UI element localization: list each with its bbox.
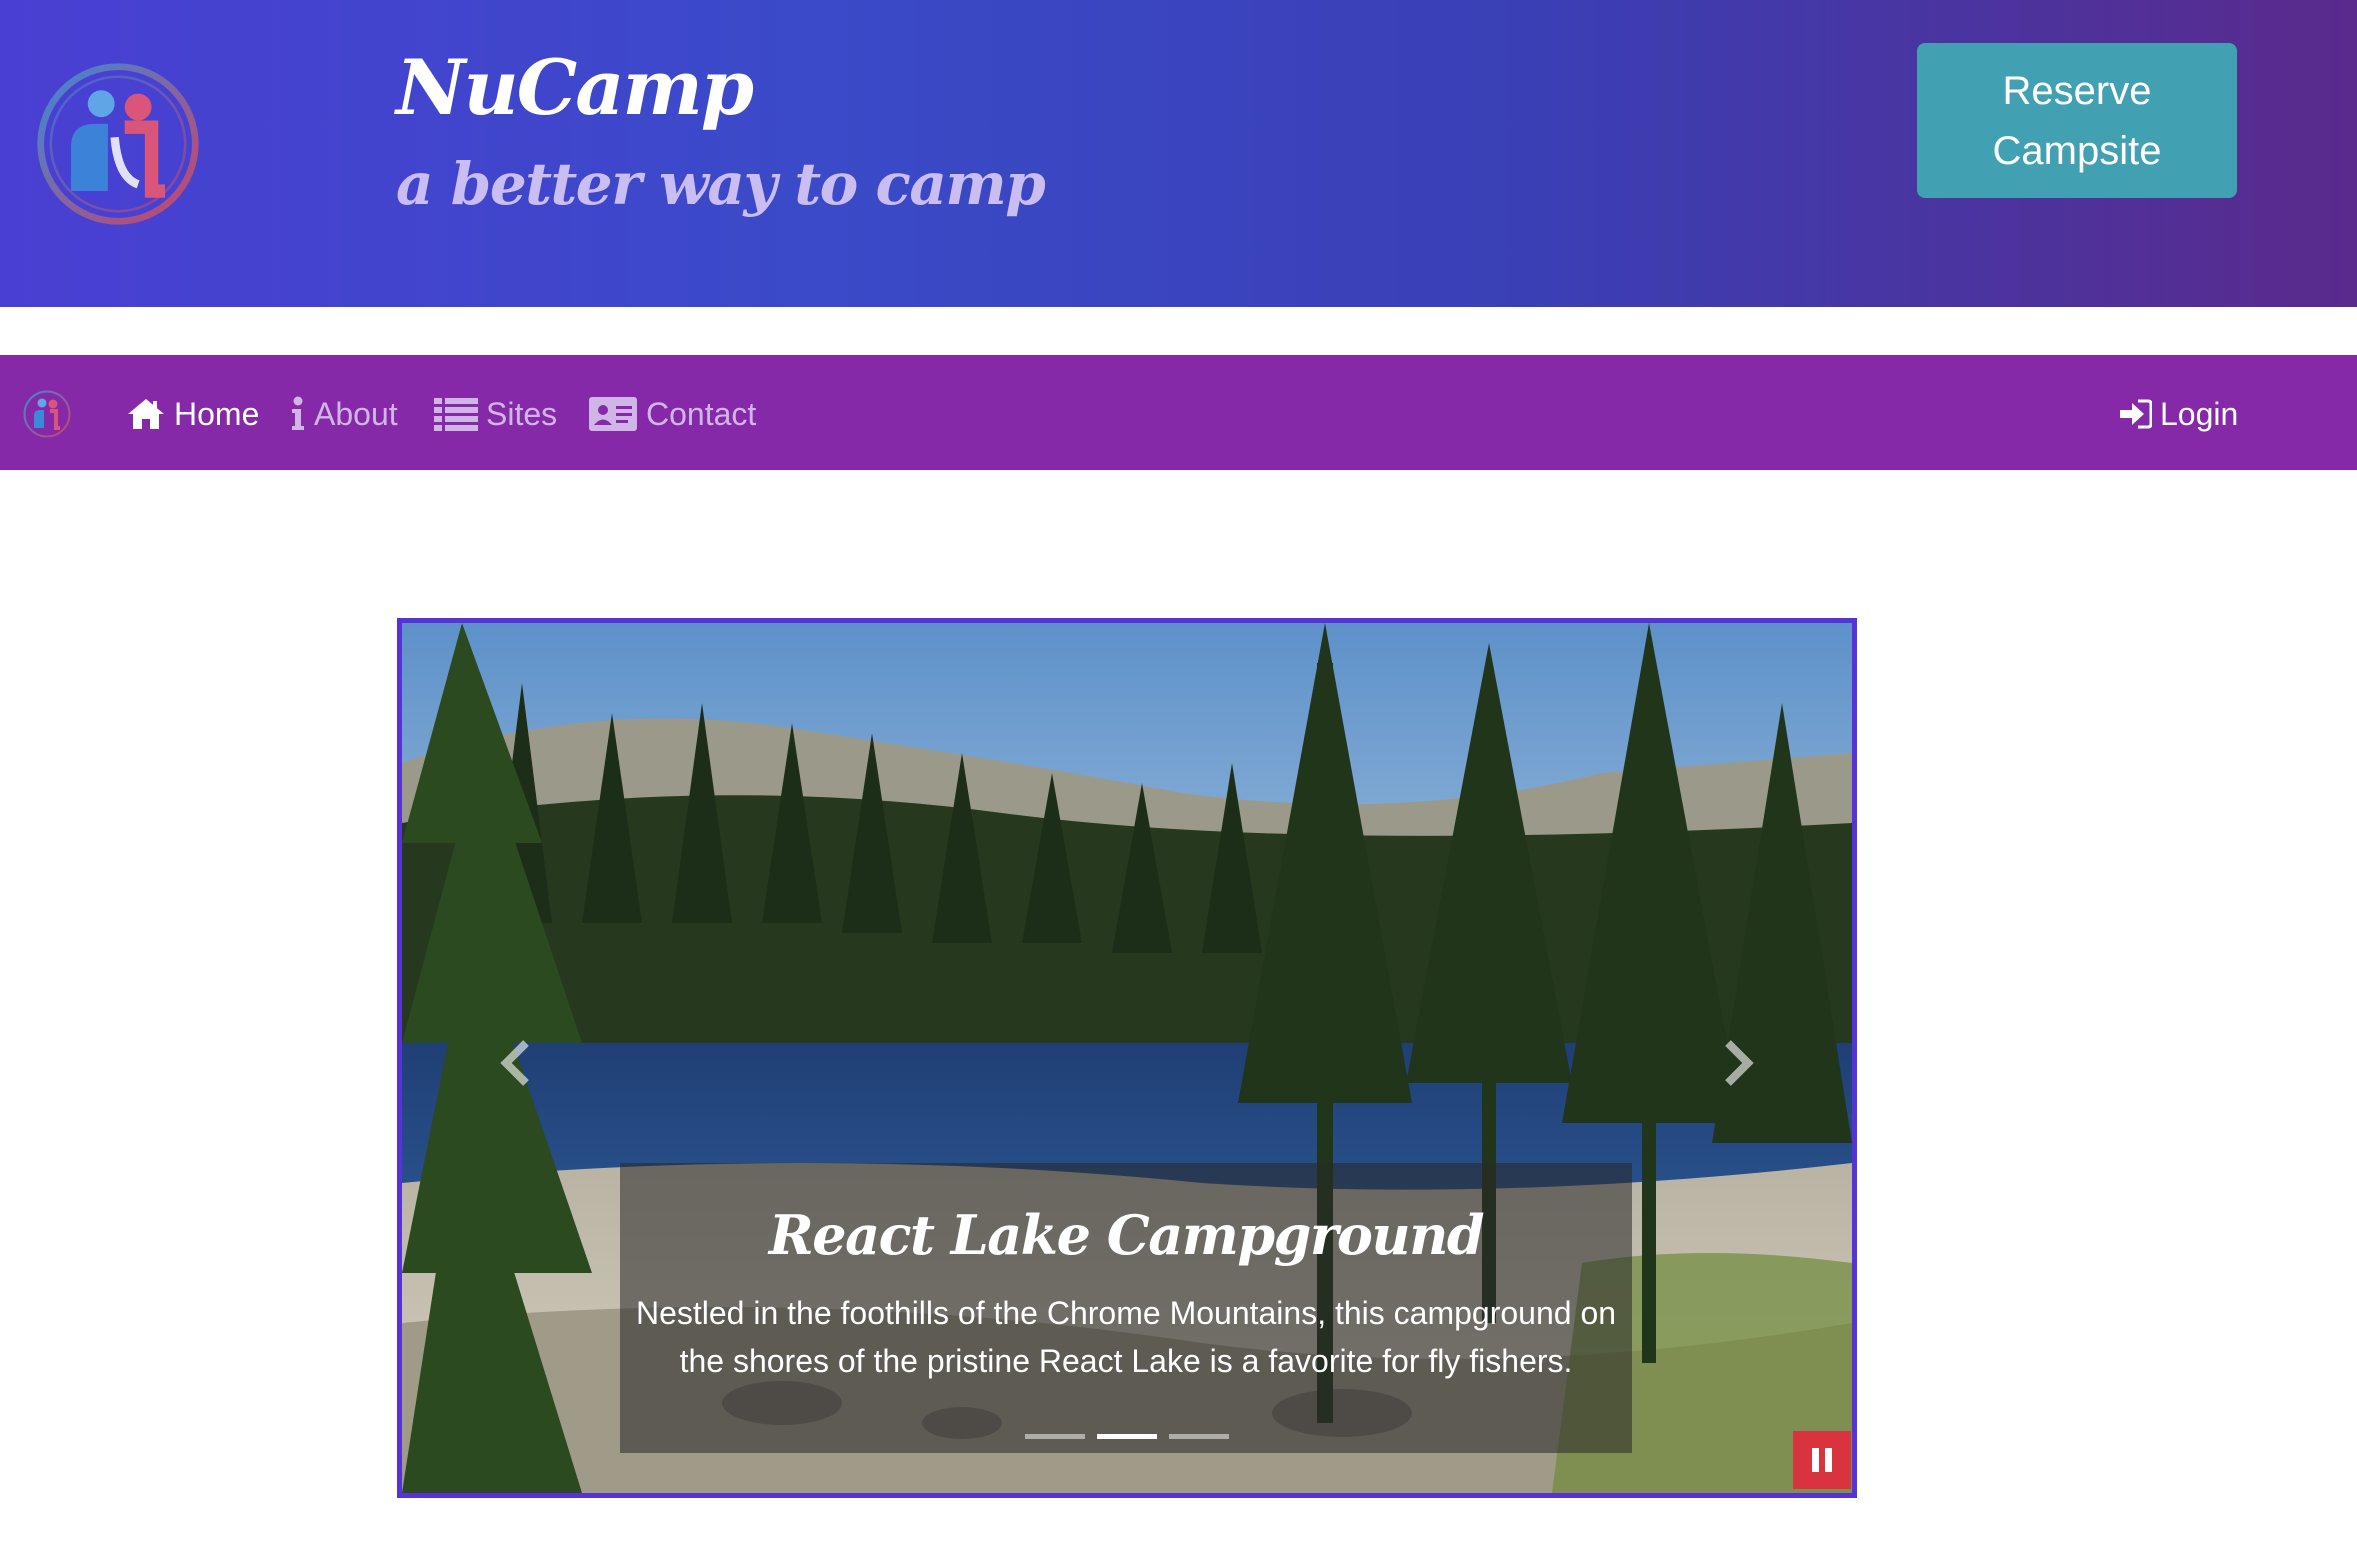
login-label: Login: [2160, 395, 2239, 432]
carousel-next-icon[interactable]: [1712, 1033, 1762, 1093]
nav-item-contact-label: Contact: [646, 395, 757, 432]
address-card-icon: [589, 397, 637, 431]
carousel-caption: React Lake Campground Nestled in the foo…: [620, 1163, 1632, 1453]
carousel-indicator-1[interactable]: [1025, 1434, 1085, 1439]
carousel-indicator-3[interactable]: [1169, 1434, 1229, 1439]
home-icon: [128, 399, 164, 429]
carousel-pause-button[interactable]: [1793, 1431, 1851, 1489]
carousel-indicator-2[interactable]: [1097, 1434, 1157, 1439]
brand-title: NuCamp: [396, 43, 754, 132]
list-icon: [434, 398, 478, 431]
nav-item-home-label: Home: [174, 395, 260, 432]
nav-item-contact[interactable]: Contact: [588, 390, 756, 438]
nav-item-home[interactable]: Home: [126, 390, 259, 438]
navbar-logo-icon[interactable]: [22, 389, 72, 439]
campsite-carousel: React Lake Campground Nestled in the foo…: [397, 618, 1857, 1498]
reserve-campsite-label: Reserve Campsite: [1992, 68, 2162, 173]
carousel-caption-title: React Lake Campground: [768, 1203, 1485, 1267]
nav-item-about[interactable]: About: [290, 390, 398, 438]
brand-tagline: a better way to camp: [396, 150, 1046, 218]
carousel-prev-icon[interactable]: [492, 1033, 542, 1093]
sign-in-icon: [2120, 399, 2152, 429]
pause-icon: [1812, 1448, 1832, 1472]
login-button[interactable]: Login: [2120, 390, 2238, 438]
nav-item-sites-label: Sites: [486, 395, 558, 432]
info-icon: [292, 396, 304, 430]
nav-item-about-label: About: [314, 395, 398, 432]
nucamp-logo-icon: [37, 63, 199, 225]
reserve-campsite-button[interactable]: Reserve Campsite: [1917, 43, 2237, 198]
carousel-caption-text: Nestled in the foothills of the Chrome M…: [635, 1295, 1617, 1379]
nav-item-sites[interactable]: Sites: [434, 390, 557, 438]
